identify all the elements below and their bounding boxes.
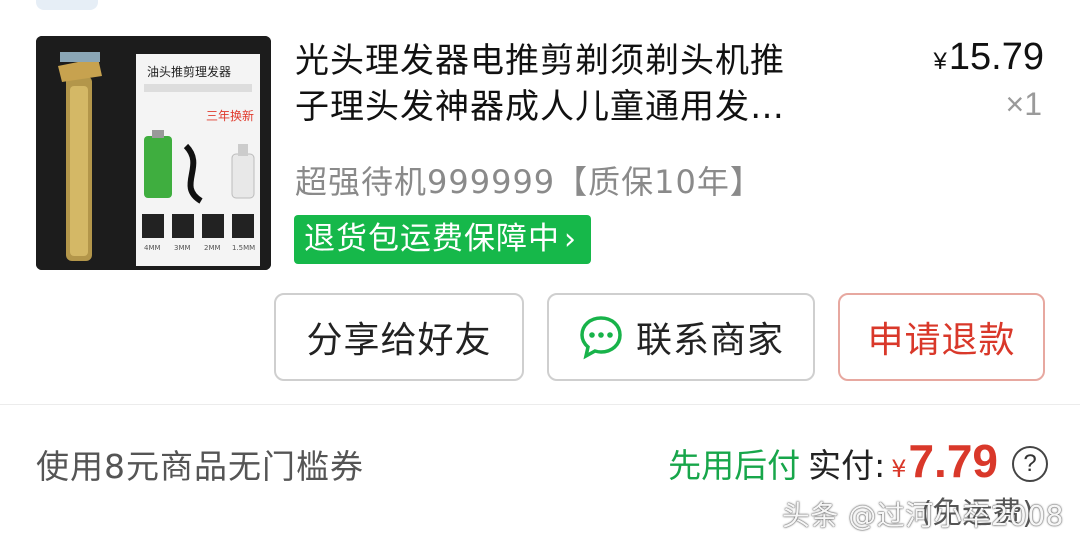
thumb-guide-1: 4MM	[144, 244, 161, 252]
return-shipping-badge[interactable]: 退货包运费保障中 ›	[294, 215, 591, 264]
question-circle-icon[interactable]: ?	[1012, 446, 1048, 482]
product-image: 油头推剪理发器 三年换新 4MM 3MM 2MM 1.5MM	[36, 36, 271, 270]
divider	[0, 404, 1080, 405]
product-title-line-1: 光头理发器电推剪剃须剃头机推	[295, 41, 785, 81]
thumb-guide-4: 1.5MM	[232, 244, 255, 252]
chevron-right-icon: ›	[564, 222, 577, 257]
product-spec: 超强待机999999【质保10年】	[295, 163, 763, 201]
contact-button-label: 联系商家	[635, 320, 784, 361]
thumb-sticker: 三年换新	[206, 108, 254, 123]
thumb-guide-2: 3MM	[174, 244, 191, 252]
pay-later-label: 先用后付	[668, 446, 801, 485]
share-button-label: 分享给好友	[306, 320, 492, 361]
paid-label: 实付:	[808, 446, 886, 485]
price-value: 15.79	[948, 36, 1044, 78]
product-price: ¥15.79	[934, 36, 1044, 79]
badge-label: 退货包运费保障中	[304, 221, 560, 257]
paid-currency: ¥	[891, 455, 907, 483]
contact-seller-button[interactable]: 联系商家	[547, 293, 815, 381]
payment-summary: 先用后付 实付: ¥ 7.79 ?	[668, 434, 1048, 488]
top-tab-edge	[36, 0, 98, 10]
coupon-text: 使用8元商品无门槛券	[36, 447, 364, 486]
thumb-guide-3: 2MM	[204, 244, 221, 252]
paid-amount: 7.79	[908, 435, 998, 487]
thumb-box-title: 油头推剪理发器	[147, 64, 231, 79]
share-button[interactable]: 分享给好友	[274, 293, 524, 381]
product-title-line-2: 子理头发神器成人儿童通用发…	[295, 87, 785, 127]
chat-bubble-icon	[580, 316, 622, 360]
price-currency: ¥	[933, 48, 947, 75]
watermark: 头条 @过河小卒2008	[781, 499, 1064, 532]
product-title[interactable]: 光头理发器电推剪剃须剃头机推 子理头发神器成人儿童通用发…	[295, 38, 885, 130]
product-quantity: ×1	[1005, 86, 1042, 122]
refund-button-label: 申请退款	[867, 320, 1016, 361]
product-thumbnail[interactable]: 油头推剪理发器 三年换新 4MM 3MM 2MM 1.5MM	[36, 36, 271, 270]
refund-button[interactable]: 申请退款	[838, 293, 1045, 381]
